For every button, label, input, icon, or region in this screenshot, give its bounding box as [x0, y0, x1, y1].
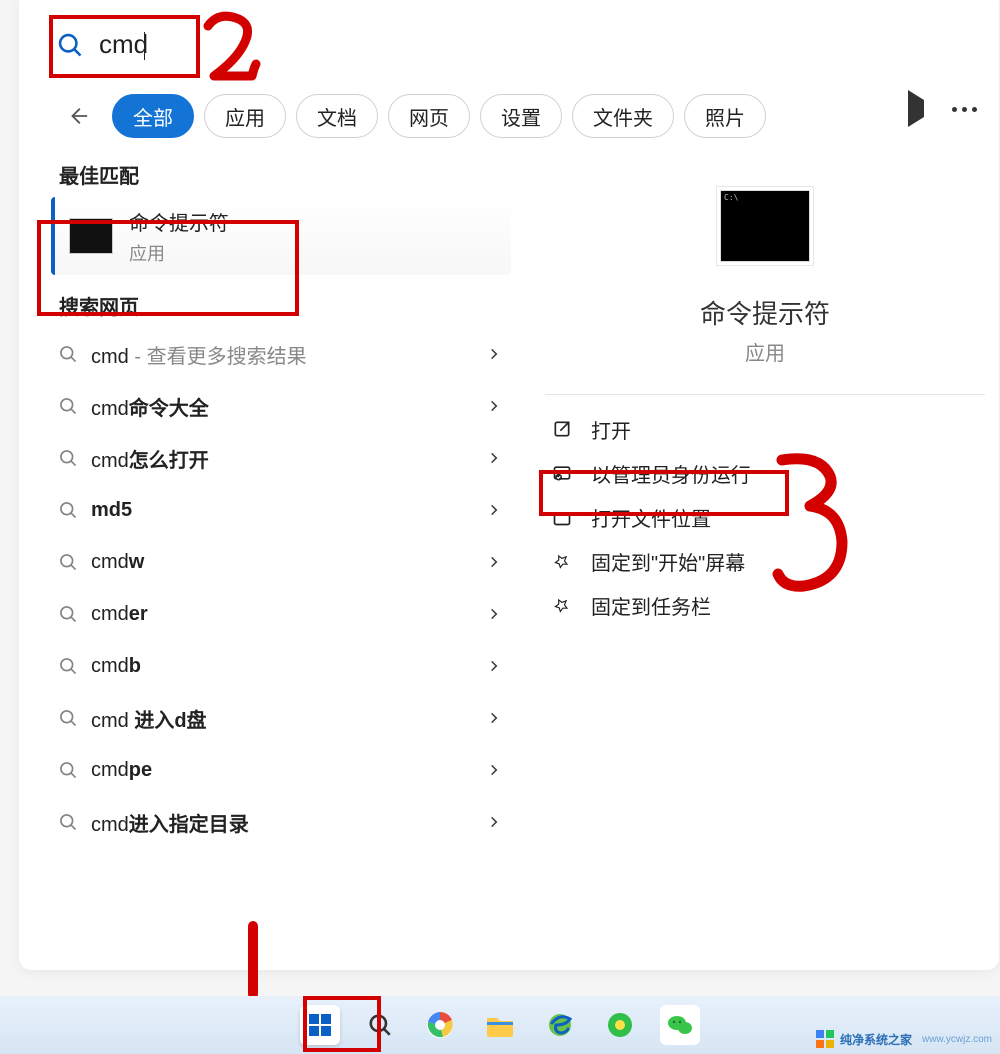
best-match-name: 命令提示符 [129, 207, 229, 236]
web-search-label: cmdw [91, 551, 487, 574]
web-search-label: cmd 进入d盘 [91, 704, 487, 733]
pin-icon [549, 548, 575, 574]
action-label: 打开文件位置 [591, 503, 711, 532]
web-search-label: cmder [91, 603, 487, 626]
section-best-match: 最佳匹配 [59, 160, 511, 189]
web-search-item[interactable]: cmdb [51, 640, 511, 692]
taskbar-ie-icon[interactable] [540, 1005, 580, 1045]
filter-photos[interactable]: 照片 [684, 94, 766, 138]
chevron-right-icon [487, 503, 501, 517]
web-search-label: cmd怎么打开 [91, 444, 487, 473]
detail-app-subtitle: 应用 [745, 337, 785, 366]
search-bar[interactable]: cmd [56, 23, 956, 66]
watermark: 纯净系统之家 www.ycwjz.com [816, 1030, 992, 1048]
search-icon [57, 343, 79, 365]
detail-app-name: 命令提示符 [700, 294, 830, 331]
action-label: 固定到"开始"屏幕 [591, 547, 745, 576]
search-icon [57, 447, 79, 469]
web-search-item[interactable]: cmd命令大全 [51, 380, 511, 432]
search-icon [57, 551, 79, 573]
pin-icon [549, 592, 575, 618]
detail-action-folder[interactable]: 打开文件位置 [545, 495, 985, 539]
search-icon [57, 603, 79, 625]
best-match-subtitle: 应用 [129, 240, 229, 266]
chevron-right-icon [487, 399, 501, 413]
watermark-url: www.ycwjz.com [922, 1034, 992, 1045]
taskbar-360-icon[interactable] [600, 1005, 640, 1045]
folder-icon [549, 504, 575, 530]
chevron-right-icon [487, 347, 501, 361]
web-search-label: cmd进入指定目录 [91, 808, 487, 837]
taskbar-explorer-icon[interactable] [480, 1005, 520, 1045]
search-icon [57, 655, 79, 677]
chevron-right-icon [487, 659, 501, 673]
search-icon [57, 811, 79, 833]
search-icon [57, 499, 79, 521]
filter-docs[interactable]: 文档 [296, 94, 378, 138]
action-label: 打开 [591, 415, 631, 444]
web-search-label: cmd - 查看更多搜索结果 [91, 340, 487, 369]
search-icon [57, 759, 79, 781]
best-match-result[interactable]: 命令提示符 应用 [51, 197, 511, 275]
search-window: cmd 全部 应用 文档 网页 设置 文件夹 照片 最佳匹配 命令提示符 应用 [19, 0, 999, 970]
filter-apps[interactable]: 应用 [204, 94, 286, 138]
section-web-search: 搜索网页 [59, 291, 511, 320]
web-search-item[interactable]: cmd - 查看更多搜索结果 [51, 328, 511, 380]
search-input[interactable]: cmd [97, 23, 357, 66]
web-search-label: cmdb [91, 655, 487, 678]
filter-folders[interactable]: 文件夹 [572, 94, 674, 138]
web-search-label: cmd命令大全 [91, 392, 487, 421]
watermark-name: 纯净系统之家 [840, 1031, 912, 1048]
cmd-icon [69, 218, 113, 254]
web-search-item[interactable]: cmd怎么打开 [51, 432, 511, 484]
chevron-right-icon [487, 555, 501, 569]
chevron-right-icon [487, 451, 501, 465]
web-search-item[interactable]: cmder [51, 588, 511, 640]
web-search-item[interactable]: cmd 进入d盘 [51, 692, 511, 744]
chevron-right-icon [487, 763, 501, 777]
play-icon[interactable] [908, 100, 924, 118]
back-arrow-icon[interactable] [60, 98, 96, 134]
more-icon[interactable] [952, 107, 977, 112]
detail-action-pin[interactable]: 固定到任务栏 [545, 583, 985, 627]
detail-app-icon [720, 190, 810, 262]
search-icon [57, 707, 79, 729]
search-icon [57, 395, 79, 417]
filter-all[interactable]: 全部 [112, 94, 194, 138]
web-search-item[interactable]: cmdpe [51, 744, 511, 796]
filter-row: 全部 应用 文档 网页 设置 文件夹 照片 [60, 94, 766, 138]
filter-settings[interactable]: 设置 [480, 94, 562, 138]
results-pane: 最佳匹配 命令提示符 应用 搜索网页 cmd - 查看更多搜索结果 cmd命令大… [43, 160, 511, 950]
detail-action-pin[interactable]: 固定到"开始"屏幕 [545, 539, 985, 583]
search-icon [56, 31, 84, 59]
action-label: 固定到任务栏 [591, 591, 711, 620]
taskbar-wechat-icon[interactable] [660, 1005, 700, 1045]
divider [545, 394, 985, 395]
web-search-item[interactable]: md5 [51, 484, 511, 536]
chevron-right-icon [487, 815, 501, 829]
action-label: 以管理员身份运行 [591, 459, 751, 488]
detail-pane: 命令提示符 应用 打开以管理员身份运行打开文件位置固定到"开始"屏幕固定到任务栏 [535, 190, 995, 627]
open-icon [549, 416, 575, 442]
detail-action-admin[interactable]: 以管理员身份运行 [545, 451, 985, 495]
taskbar-search-button[interactable] [360, 1005, 400, 1045]
chevron-right-icon [487, 607, 501, 621]
chevron-right-icon [487, 711, 501, 725]
admin-icon [549, 460, 575, 486]
taskbar-browser-icon[interactable] [420, 1005, 460, 1045]
taskbar-start-button[interactable] [300, 1005, 340, 1045]
detail-action-open[interactable]: 打开 [545, 407, 985, 451]
web-search-label: md5 [91, 499, 487, 522]
web-search-label: cmdpe [91, 759, 487, 782]
watermark-logo-icon [816, 1030, 834, 1048]
filter-web[interactable]: 网页 [388, 94, 470, 138]
web-search-item[interactable]: cmd进入指定目录 [51, 796, 511, 848]
web-search-item[interactable]: cmdw [51, 536, 511, 588]
